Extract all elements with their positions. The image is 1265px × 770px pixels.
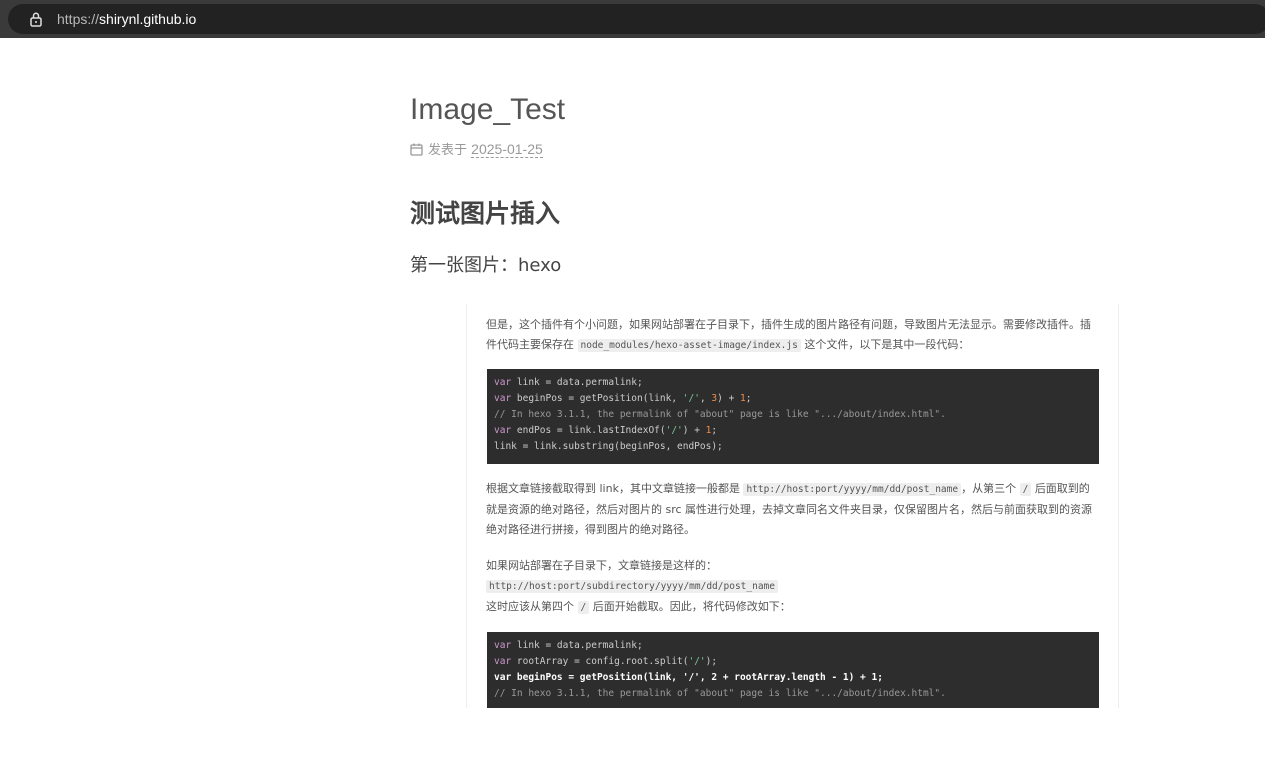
code-line: var beginPos = getPosition(link, '/', 3)… [494, 391, 1092, 407]
calendar-icon [410, 143, 423, 156]
code-line-highlighted: var beginPos = getPosition(link, '/', 2 … [494, 672, 883, 683]
code-block-1: var link = data.permalink; var beginPos … [487, 369, 1099, 464]
p3-text: 如果网站部署在子目录下，文章链接是这样的： [486, 559, 717, 572]
post-title[interactable]: Image_Test [410, 92, 565, 128]
p4-text-a: 这时应该从第四个 [486, 600, 574, 613]
p1-text-b: 这个文件，以下是其中一段代码： [804, 338, 970, 351]
code-text: ) + [717, 393, 741, 404]
post-date[interactable]: 2025-01-25 [471, 141, 543, 158]
p2-text-a: 根据文章链接截取得到 link，其中文章链接一般都是 [486, 482, 740, 495]
paragraph: 第一张图片：hexo [410, 255, 562, 276]
code-text: endPos = link.lastIndexOf( [511, 425, 666, 436]
code-keyword: var [494, 425, 512, 436]
lock-icon[interactable] [28, 11, 44, 27]
code-block-2: var link = data.permalink; var rootArray… [487, 632, 1099, 708]
url-text[interactable]: https://shirynl.github.io [57, 10, 196, 28]
section-heading: 测试图片插入 [410, 199, 561, 228]
code-text: ) + [682, 425, 706, 436]
code-comment: // In hexo 3.1.1, the permalink of "abou… [494, 409, 946, 420]
url-host: shirynl.github.io [99, 11, 197, 27]
address-bar[interactable]: https://shirynl.github.io [8, 4, 1265, 34]
image-paragraph-3: 如果网站部署在子目录下，文章链接是这样的： http://host:port/su… [486, 556, 1098, 618]
p4-text-b: 后面开始截取。因此，将代码修改如下： [592, 600, 791, 613]
code-comment: // In hexo 3.1.1, the permalink of "abou… [494, 688, 946, 699]
code-text: ; [711, 425, 718, 436]
code-text: link = data.permalink; [511, 640, 643, 651]
code-line: link = link.substring(beginPos, endPos); [494, 441, 723, 452]
code-line: var link = data.permalink; [494, 375, 1092, 391]
code-text: rootArray = config.root.split( [511, 656, 689, 667]
code-keyword: var [494, 377, 512, 388]
code-text: link = data.permalink; [511, 377, 643, 388]
p2-slash-code: / [1019, 483, 1032, 496]
code-string: '/' [688, 656, 706, 667]
code-string: '/' [682, 393, 700, 404]
code-line: var endPos = link.lastIndexOf('/') + 1; [494, 423, 1092, 439]
meta-prefix: 发表于 [428, 143, 468, 158]
post-meta: 发表于 2025-01-25 [410, 140, 543, 160]
p2-inline-code: http://host:port/yyyy/mm/dd/post_name [743, 483, 962, 496]
p2-text-b: ，从第三个 [961, 482, 1017, 495]
code-keyword: var [494, 640, 512, 651]
code-text: , [699, 393, 712, 404]
code-line: var rootArray = config.root.split('/'); [494, 654, 1092, 670]
image-paragraph-2: 根据文章链接截取得到 link，其中文章链接一般都是 http://host:p… [486, 479, 1098, 540]
code-string: '/' [665, 425, 683, 436]
code-text: beginPos = getPosition(link, [511, 393, 683, 404]
image-paragraph-1: 但是，这个插件有个小问题，如果网站部署在子目录下，插件生成的图片路径有问题，导致… [486, 315, 1098, 356]
code-keyword: var [494, 393, 512, 404]
url-scheme: https:// [57, 11, 100, 27]
embedded-image: 但是，这个插件有个小问题，如果网站部署在子目录下，插件生成的图片路径有问题，导致… [466, 304, 1119, 708]
p3-inline-code: http://host:port/subdirectory/yyyy/mm/dd… [486, 580, 778, 593]
p1-inline-code: node_modules/hexo-asset-image/index.js [577, 339, 801, 352]
page-content: Image_Test 发表于 2025-01-25 测试图片插入 第一张图片：h… [0, 38, 1265, 770]
code-keyword: var [494, 656, 512, 667]
browser-toolbar: https://shirynl.github.io [0, 0, 1265, 38]
p4-slash-code: / [577, 601, 590, 614]
code-text: ); [705, 656, 718, 667]
code-line: var link = data.permalink; [494, 638, 1092, 654]
code-text: ; [745, 393, 752, 404]
